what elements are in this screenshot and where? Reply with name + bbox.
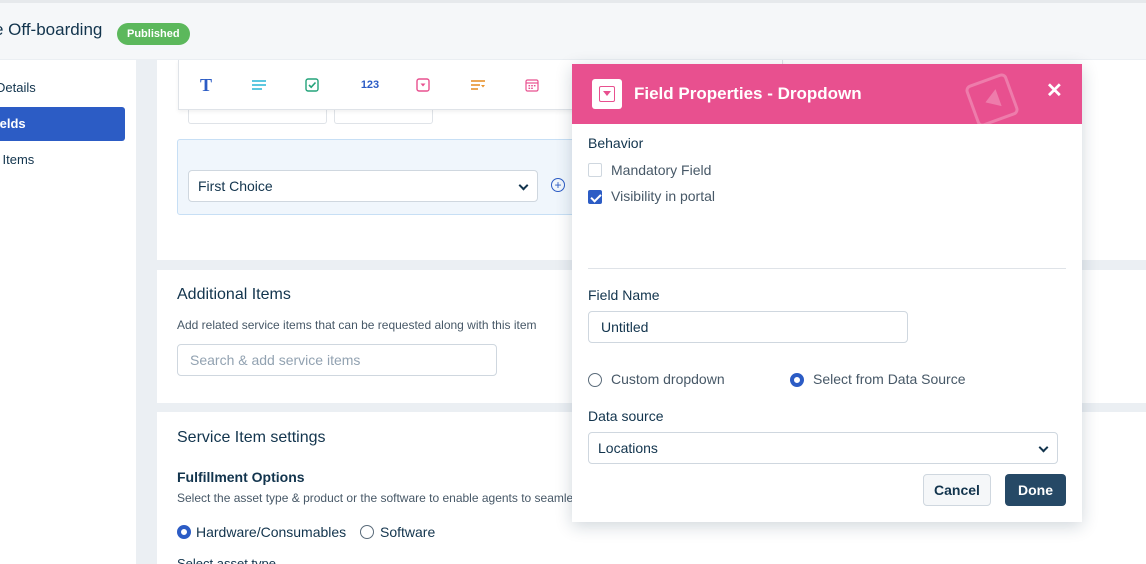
behavior-label: Behavior bbox=[588, 135, 644, 151]
dropdown-icon[interactable] bbox=[412, 75, 434, 95]
select-asset-type-label: Select asset type bbox=[177, 556, 276, 564]
dropdown-preview-value: First Choice bbox=[198, 178, 273, 194]
additional-items-title: Additional Items bbox=[177, 286, 291, 303]
status-badge: Published bbox=[117, 23, 190, 45]
done-button[interactable]: Done bbox=[1005, 474, 1066, 506]
data-source-label: Data source bbox=[588, 408, 664, 424]
custom-dropdown-radio[interactable] bbox=[588, 373, 602, 387]
divider bbox=[588, 268, 1066, 269]
dialog-header: Field Properties - Dropdown ✕ bbox=[572, 64, 1082, 124]
sidebar-item-label: Details bbox=[0, 80, 36, 95]
calendar-icon[interactable] bbox=[521, 75, 543, 95]
hardware-radio[interactable] bbox=[177, 525, 191, 539]
data-source-radio-label: Select from Data Source bbox=[813, 371, 966, 387]
text-field-icon[interactable]: T bbox=[195, 75, 217, 95]
top-bar: e Off-boarding Published bbox=[0, 0, 1146, 60]
hardware-radio-label: Hardware/Consumables bbox=[196, 524, 347, 540]
mandatory-label: Mandatory Field bbox=[611, 162, 712, 178]
sidebar-item-details[interactable]: Details bbox=[0, 71, 125, 105]
dropdown-preview-select[interactable]: First Choice bbox=[188, 170, 538, 202]
data-source-select[interactable]: Locations bbox=[588, 432, 1058, 464]
search-service-items-input[interactable]: Search & add service items bbox=[177, 344, 497, 376]
chevron-down-icon bbox=[518, 180, 529, 191]
visibility-checkbox[interactable] bbox=[588, 190, 602, 204]
number-icon[interactable]: 123 bbox=[355, 75, 385, 95]
chevron-down-icon bbox=[1038, 442, 1049, 453]
multiselect-icon[interactable] bbox=[467, 75, 489, 95]
sidebar-item-additional-items[interactable]: l Items bbox=[0, 143, 125, 177]
add-choice-icon[interactable]: + bbox=[551, 178, 565, 192]
visibility-label: Visibility in portal bbox=[611, 188, 716, 204]
close-icon[interactable]: ✕ bbox=[1046, 78, 1063, 103]
custom-dropdown-label: Custom dropdown bbox=[611, 371, 725, 387]
mandatory-checkbox[interactable] bbox=[588, 163, 602, 177]
dropdown-icon bbox=[592, 79, 622, 109]
settings-title: Service Item settings bbox=[177, 429, 326, 446]
sidebar-item-fields[interactable]: ields bbox=[0, 107, 125, 141]
sidebar-item-label: l Items bbox=[0, 152, 35, 167]
field-properties-dialog: Field Properties - Dropdown ✕ Behavior M… bbox=[572, 64, 1082, 522]
additional-items-help: Add related service items that can be re… bbox=[177, 318, 537, 332]
dialog-title: Field Properties - Dropdown bbox=[634, 84, 862, 103]
sidebar-item-label: ields bbox=[0, 116, 26, 131]
cancel-button[interactable]: Cancel bbox=[923, 474, 991, 506]
page-title: e Off-boarding bbox=[0, 20, 103, 39]
software-radio[interactable] bbox=[360, 525, 374, 539]
dropdown-watermark-icon bbox=[963, 71, 1021, 124]
field-name-label: Field Name bbox=[588, 287, 660, 303]
fulfillment-title: Fulfillment Options bbox=[177, 469, 305, 485]
software-radio-label: Software bbox=[380, 524, 436, 540]
data-source-radio[interactable] bbox=[790, 373, 804, 387]
field-name-input[interactable]: Untitled bbox=[588, 311, 908, 343]
fulfillment-help: Select the asset type & product or the s… bbox=[177, 491, 574, 505]
data-source-value: Locations bbox=[598, 440, 658, 456]
paragraph-icon[interactable] bbox=[248, 75, 270, 95]
checkbox-icon[interactable] bbox=[301, 75, 323, 95]
sidebar: Details ields l Items bbox=[0, 60, 137, 564]
